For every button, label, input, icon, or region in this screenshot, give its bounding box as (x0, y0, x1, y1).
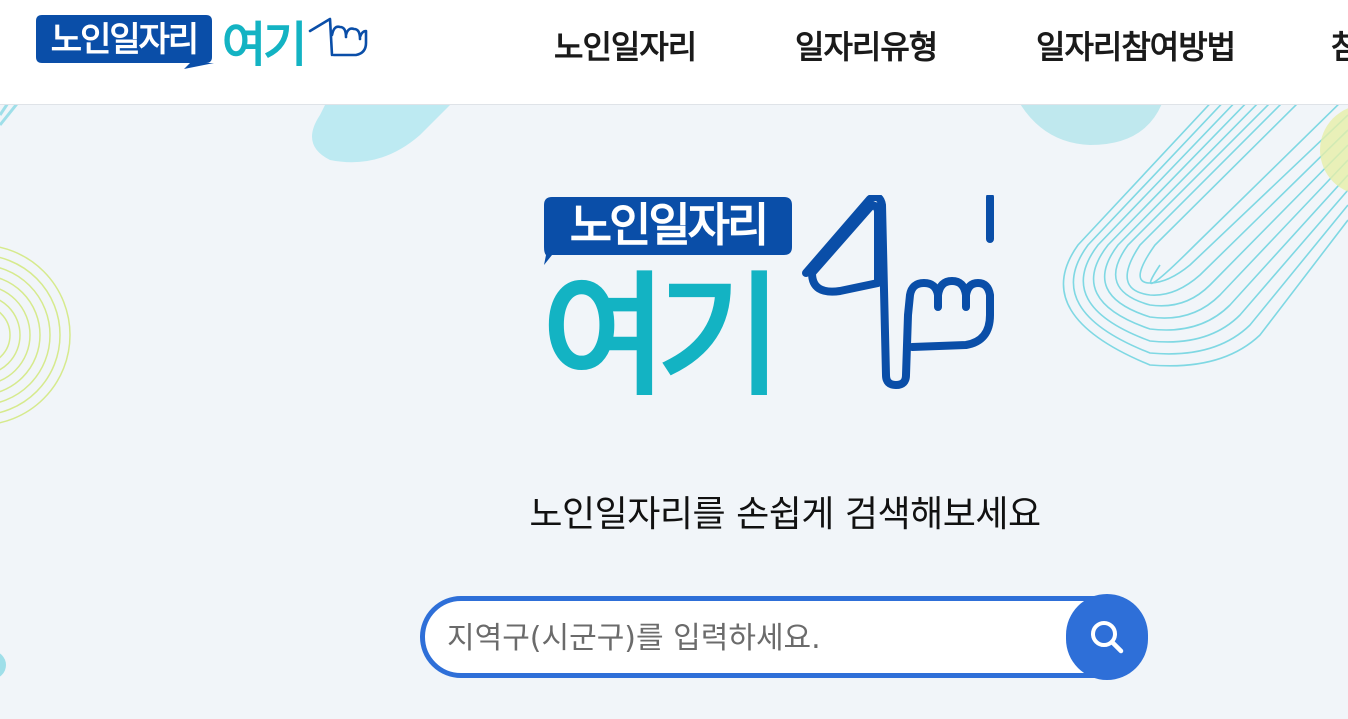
nav-item-participate[interactable]: 참 (1331, 22, 1348, 68)
hero-logo: 노인일자리 여기 (542, 195, 994, 395)
hero-logo-top-text: 노인일자리 (570, 199, 767, 251)
nav-item-senior-jobs[interactable]: 노인일자리 (554, 22, 697, 68)
nav-item-how-to-participate[interactable]: 일자리참여방법 (1036, 22, 1236, 68)
site-logo[interactable]: 노인일자리 여기 (34, 13, 368, 71)
hero-logo-bottom-text: 여기 (542, 262, 772, 395)
search-button[interactable] (1066, 594, 1148, 680)
logo-bottom-text: 여기 (222, 19, 304, 71)
site-header: 노인일자리 여기 노인일자리 일자리유형 일자리참여방법 참 (0, 0, 1348, 105)
search-bar (420, 596, 1146, 678)
region-search-input[interactable] (445, 613, 1069, 663)
logo-top-text: 노인일자리 (51, 21, 197, 59)
hero-tagline: 노인일자리를 손쉽게 검색해보세요 (529, 494, 1041, 535)
nav-item-job-types[interactable]: 일자리유형 (795, 22, 938, 68)
search-icon (1091, 621, 1124, 654)
